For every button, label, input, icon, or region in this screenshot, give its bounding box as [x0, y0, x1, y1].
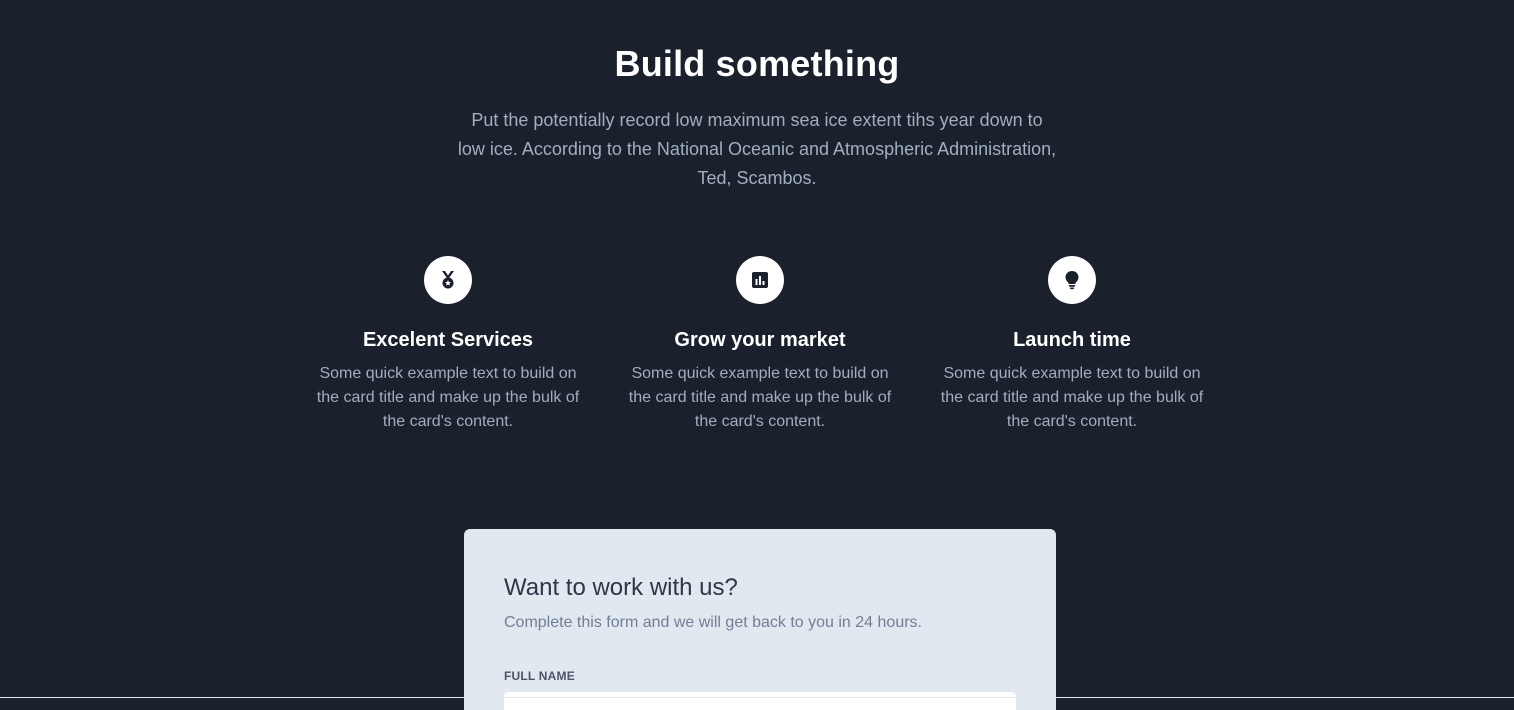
lightbulb-icon [1048, 256, 1096, 304]
section-title: Build something [614, 43, 900, 84]
feature-title: Launch time [1013, 329, 1131, 351]
medal-icon [424, 256, 472, 304]
feature-text: Some quick example text to build on the … [940, 365, 1204, 430]
feature-card-market: Grow your market Some quick example text… [615, 256, 905, 434]
feature-title: Excelent Services [362, 329, 534, 351]
section-description: Put the potentially record low maximum s… [457, 110, 1057, 188]
divider [0, 697, 1514, 698]
full-name-input[interactable] [504, 692, 1016, 710]
form-subtitle: Complete this form and we will get back … [504, 614, 922, 631]
full-name-label: FULL NAME [504, 669, 575, 683]
feature-card-launch: Launch time Some quick example text to b… [927, 256, 1217, 434]
page: Build something Put the potentially reco… [0, 0, 1514, 710]
feature-title: Grow your market [674, 329, 846, 351]
feature-card-services: Excelent Services Some quick example tex… [303, 256, 593, 434]
feature-text: Some quick example text to build on the … [316, 365, 580, 430]
chart-icon [736, 256, 784, 304]
form-title: Want to work with us? [504, 574, 738, 601]
contact-form-card: Want to work with us? Complete this form… [464, 529, 1056, 710]
feature-text: Some quick example text to build on the … [628, 365, 892, 430]
